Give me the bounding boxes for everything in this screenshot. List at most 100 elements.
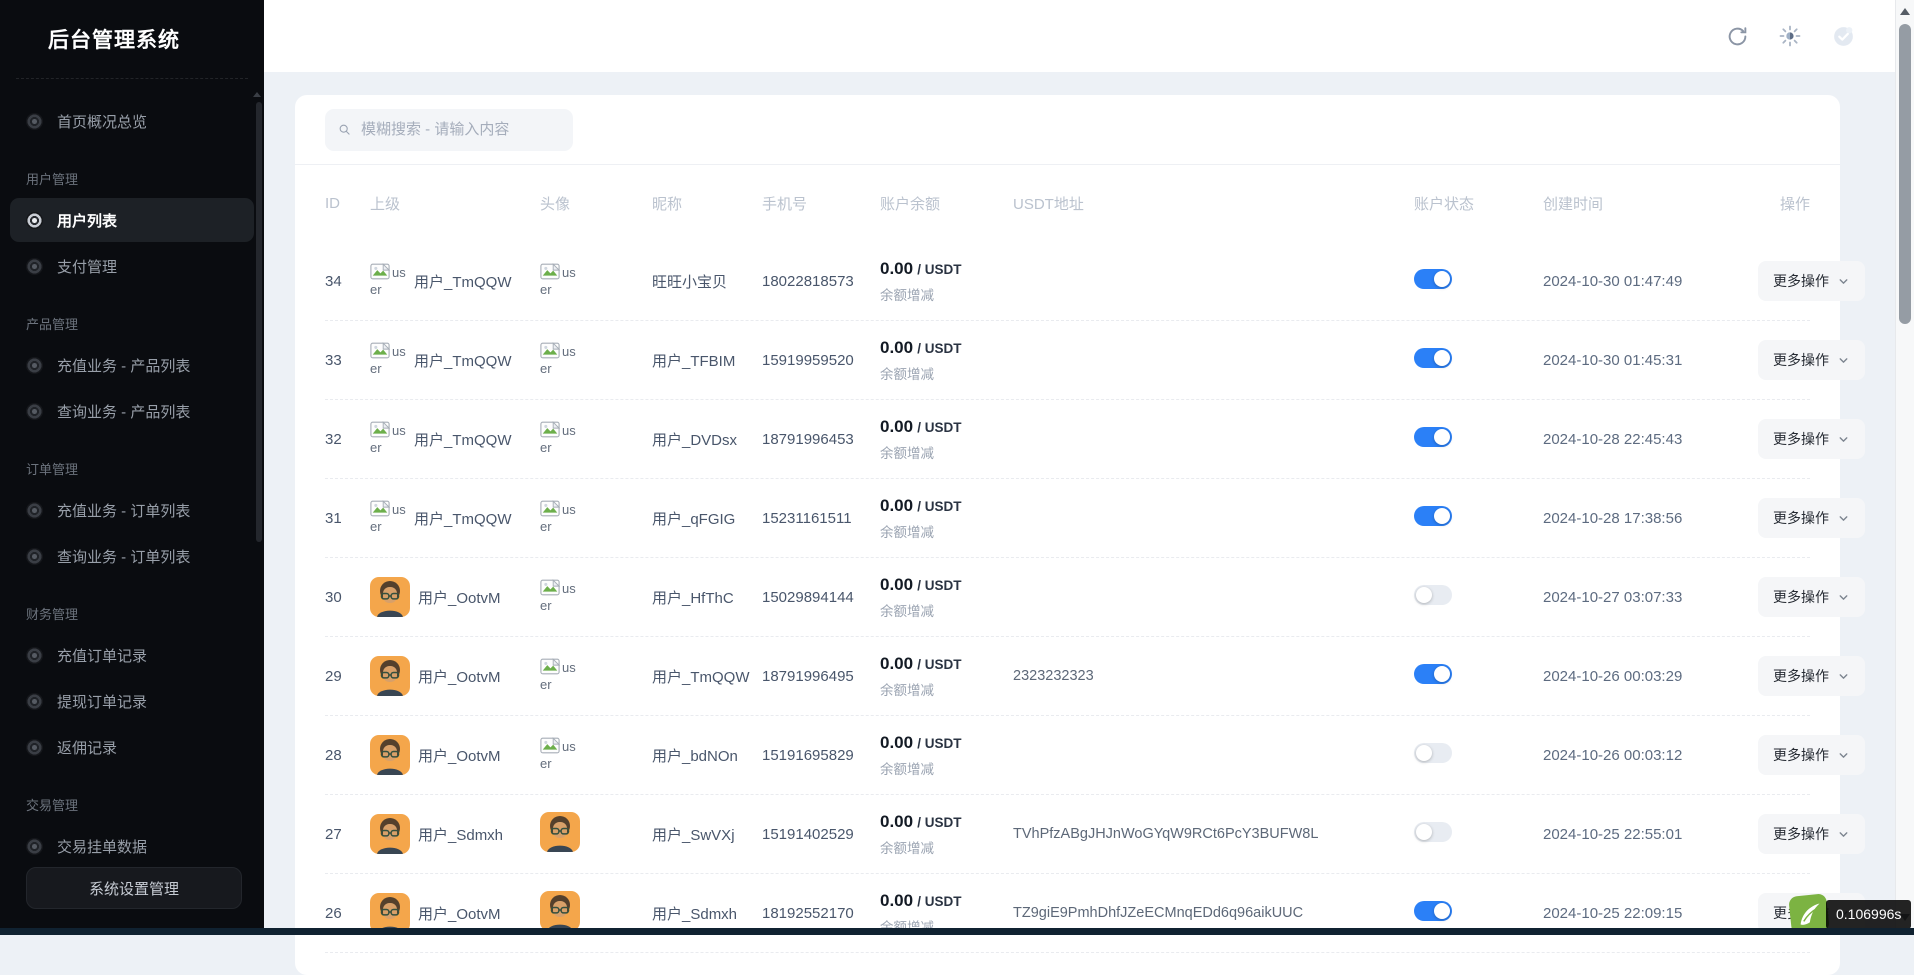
- sidebar-item[interactable]: 充值业务 - 订单列表: [10, 488, 254, 532]
- app-title: 后台管理系统: [0, 0, 264, 54]
- cell-actions: 更多操作: [1758, 656, 1865, 696]
- theme-toggle-icon[interactable]: [1777, 23, 1803, 49]
- page-scrollbar[interactable]: [1895, 0, 1914, 935]
- status-toggle[interactable]: [1414, 901, 1452, 921]
- cell-phone: 18192552170: [762, 905, 880, 922]
- verified-badge-icon[interactable]: [1830, 23, 1856, 49]
- cell-parent: user 用户_TmQQW: [370, 421, 540, 457]
- more-actions-button[interactable]: 更多操作: [1758, 735, 1865, 775]
- balance-unit: / USDT: [917, 420, 961, 435]
- more-actions-button[interactable]: 更多操作: [1758, 656, 1865, 696]
- status-toggle[interactable]: [1414, 585, 1452, 605]
- sidebar-scrollbar-thumb[interactable]: [256, 102, 262, 542]
- sidebar-item-label: 支付管理: [57, 256, 117, 277]
- sidebar-item[interactable]: 返佣记录: [10, 725, 254, 769]
- cell-parent: 用户_Sdmxh: [370, 814, 540, 854]
- cell-nickname: 旺旺小宝贝: [652, 271, 762, 292]
- cell-phone: 18791996495: [762, 668, 880, 685]
- status-toggle[interactable]: [1414, 427, 1452, 447]
- sidebar-section-label: 产品管理: [10, 288, 254, 341]
- menu-dot-icon: [26, 647, 43, 664]
- scrollbar-up-arrow-icon[interactable]: [1900, 8, 1910, 15]
- more-actions-label: 更多操作: [1773, 745, 1829, 765]
- sidebar-item[interactable]: 查询业务 - 订单列表: [10, 534, 254, 578]
- cell-usdt-address: TZ9giE9PmhDhfJZeECMnqEDd6q96aikUUC: [1013, 905, 1414, 921]
- more-actions-button[interactable]: 更多操作: [1758, 419, 1865, 459]
- status-toggle[interactable]: [1414, 269, 1452, 289]
- balance-adjust-link[interactable]: 余额增减: [880, 442, 934, 462]
- sidebar-item[interactable]: 充值业务 - 产品列表: [10, 343, 254, 387]
- sidebar-item[interactable]: 充值订单记录: [10, 633, 254, 677]
- balance-adjust-link[interactable]: 余额增减: [880, 363, 934, 383]
- table-body: 34 user 用户_TmQQW user 旺旺小宝贝 18022818573 …: [325, 242, 1810, 953]
- sidebar-item[interactable]: 查询业务 - 产品列表: [10, 389, 254, 433]
- cell-status: [1414, 822, 1543, 846]
- more-actions-label: 更多操作: [1773, 350, 1829, 370]
- cell-nickname: 用户_DVDsx: [652, 429, 762, 450]
- cell-avatar: user: [540, 737, 652, 773]
- balance-adjust-link[interactable]: 余额增减: [880, 521, 934, 541]
- more-actions-button[interactable]: 更多操作: [1758, 577, 1865, 617]
- chevron-down-icon: [1837, 512, 1850, 525]
- balance-unit: / USDT: [917, 341, 961, 356]
- cell-balance: 0.00 / USDT 余额增减: [880, 812, 1013, 857]
- cell-parent: 用户_OotvM: [370, 656, 540, 696]
- search-input[interactable]: [361, 121, 560, 138]
- cell-status: [1414, 427, 1543, 451]
- balance-adjust-link[interactable]: 余额增减: [880, 284, 934, 304]
- status-toggle[interactable]: [1414, 348, 1452, 368]
- balance-amount: 0.00: [880, 259, 913, 278]
- cell-id: 26: [325, 905, 370, 922]
- balance-amount: 0.00: [880, 417, 913, 436]
- balance-amount: 0.00: [880, 733, 913, 752]
- status-toggle[interactable]: [1414, 664, 1452, 684]
- cell-balance: 0.00 / USDT 余额增减: [880, 338, 1013, 383]
- balance-adjust-link[interactable]: 余额增减: [880, 837, 934, 857]
- column-header: 操作: [1758, 193, 1810, 214]
- status-toggle[interactable]: [1414, 743, 1452, 763]
- balance-adjust-link[interactable]: 余额增减: [880, 600, 934, 620]
- cell-nickname: 用户_bdNOn: [652, 745, 762, 766]
- more-actions-button[interactable]: 更多操作: [1758, 340, 1865, 380]
- cell-parent: user 用户_TmQQW: [370, 500, 540, 536]
- more-actions-button[interactable]: 更多操作: [1758, 261, 1865, 301]
- sidebar-item[interactable]: 交易挂单数据: [10, 824, 254, 868]
- sidebar-item[interactable]: 用户列表: [10, 198, 254, 242]
- table-header: ID上级头像昵称手机号账户余额USDT地址账户状态创建时间操作: [325, 165, 1810, 242]
- more-actions-button[interactable]: 更多操作: [1758, 814, 1865, 854]
- cell-status: [1414, 901, 1543, 925]
- cell-avatar: user: [540, 579, 652, 615]
- chevron-down-icon: [1837, 433, 1850, 446]
- refresh-icon[interactable]: [1724, 23, 1750, 49]
- cell-parent: 用户_OotvM: [370, 893, 540, 933]
- chevron-down-icon: [1837, 828, 1850, 841]
- cell-balance: 0.00 / USDT 余额增减: [880, 654, 1013, 699]
- user-avatar: [370, 577, 410, 617]
- parent-name: 用户_OotvM: [418, 745, 501, 766]
- cell-balance: 0.00 / USDT 余额增减: [880, 733, 1013, 778]
- broken-image: user: [540, 737, 576, 773]
- sidebar-item[interactable]: 提现订单记录: [10, 679, 254, 723]
- cell-created-time: 2024-10-25 22:09:15: [1543, 905, 1758, 922]
- balance-unit: / USDT: [917, 578, 961, 593]
- cell-phone: 18022818573: [762, 273, 880, 290]
- sidebar-scroll-up-icon[interactable]: [253, 92, 261, 97]
- sidebar-item[interactable]: 首页概况总览: [10, 99, 254, 143]
- more-actions-button[interactable]: 更多操作: [1758, 498, 1865, 538]
- top-header-bar: [264, 0, 1914, 72]
- sidebar-item-label: 用户列表: [57, 210, 117, 231]
- cell-phone: 15191402529: [762, 826, 880, 843]
- cell-avatar: user: [540, 500, 652, 536]
- table-row: 28 用户_OotvM user 用户_bdNOn 15191695829 0.…: [325, 716, 1810, 795]
- sidebar-item[interactable]: 支付管理: [10, 244, 254, 288]
- balance-adjust-link[interactable]: 余额增减: [880, 679, 934, 699]
- scrollbar-thumb[interactable]: [1899, 24, 1911, 324]
- system-settings-button[interactable]: 系统设置管理: [26, 867, 242, 909]
- status-toggle[interactable]: [1414, 506, 1452, 526]
- more-actions-label: 更多操作: [1773, 666, 1829, 686]
- sidebar-item-label: 充值业务 - 产品列表: [57, 355, 190, 376]
- status-toggle[interactable]: [1414, 822, 1452, 842]
- balance-adjust-link[interactable]: 余额增减: [880, 758, 934, 778]
- chevron-down-icon: [1837, 749, 1850, 762]
- more-actions-label: 更多操作: [1773, 429, 1829, 449]
